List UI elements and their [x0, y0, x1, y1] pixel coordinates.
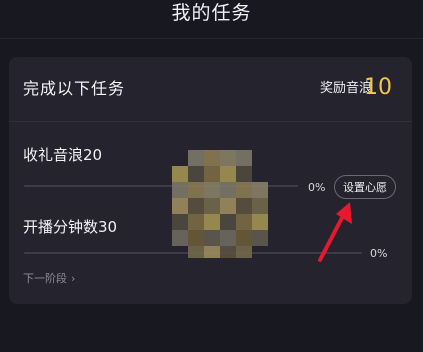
mosaic-pixel [252, 214, 268, 230]
page-title: 我的任务 [171, 2, 252, 24]
task-gift-name: 收礼音浪20 [23, 146, 103, 164]
task-card-header: 完成以下任务 奖励音浪 10 [9, 57, 412, 122]
mosaic-pixel [172, 182, 188, 198]
task-gift-progress-percent: 0% [308, 181, 326, 194]
mosaic-pixel [220, 166, 236, 182]
mosaic-pixel [220, 198, 236, 214]
mosaic-pixel [188, 166, 204, 182]
annotation-arrow-icon [318, 202, 352, 262]
mosaic-pixel [172, 166, 188, 182]
mosaic-pixel [236, 246, 252, 258]
mosaic-pixel [204, 166, 220, 182]
mosaic-pixel [204, 246, 220, 258]
mosaic-pixel [236, 150, 252, 166]
mosaic-pixel [236, 214, 252, 230]
chevron-right-icon: › [71, 272, 76, 285]
mosaic-pixel [236, 166, 252, 182]
task-card-title: 完成以下任务 [23, 79, 126, 98]
mosaic-pixel [172, 214, 188, 230]
task-live-name: 开播分钟数30 [23, 218, 118, 236]
reward-value: 10 [364, 75, 392, 100]
next-stage-label: 下一阶段 [23, 272, 67, 285]
top-bar: 我的任务 [0, 0, 423, 39]
set-wish-button[interactable]: 设置心愿 [334, 175, 396, 199]
mosaic-pixel [188, 230, 204, 246]
mosaic-pixel [236, 230, 252, 246]
task-live-progress-percent: 0% [370, 247, 388, 260]
mosaic-pixel [188, 198, 204, 214]
mosaic-pixel [204, 182, 220, 198]
mosaic-pixel [252, 182, 268, 198]
mosaic-pixel [220, 214, 236, 230]
mosaic-pixel [188, 214, 204, 230]
mosaic-pixel [204, 214, 220, 230]
mosaic-pixel [220, 230, 236, 246]
mosaic-pixel [252, 198, 268, 214]
mosaic-pixel [220, 150, 236, 166]
mosaic-pixel [188, 150, 204, 166]
pixelated-overlay-image [172, 150, 268, 258]
next-stage-link[interactable]: 下一阶段 › [23, 272, 75, 286]
mosaic-pixel [204, 198, 220, 214]
mosaic-pixel [236, 182, 252, 198]
mosaic-pixel [188, 182, 204, 198]
mosaic-pixel [188, 246, 204, 258]
mosaic-pixel [236, 198, 252, 214]
mosaic-pixel [172, 230, 188, 246]
mosaic-pixel [204, 150, 220, 166]
mosaic-pixel [252, 230, 268, 246]
mosaic-pixel [220, 182, 236, 198]
mosaic-pixel [204, 230, 220, 246]
mosaic-pixel [220, 246, 236, 258]
annotation-arrow-shaft [318, 212, 346, 262]
mosaic-pixel [172, 198, 188, 214]
